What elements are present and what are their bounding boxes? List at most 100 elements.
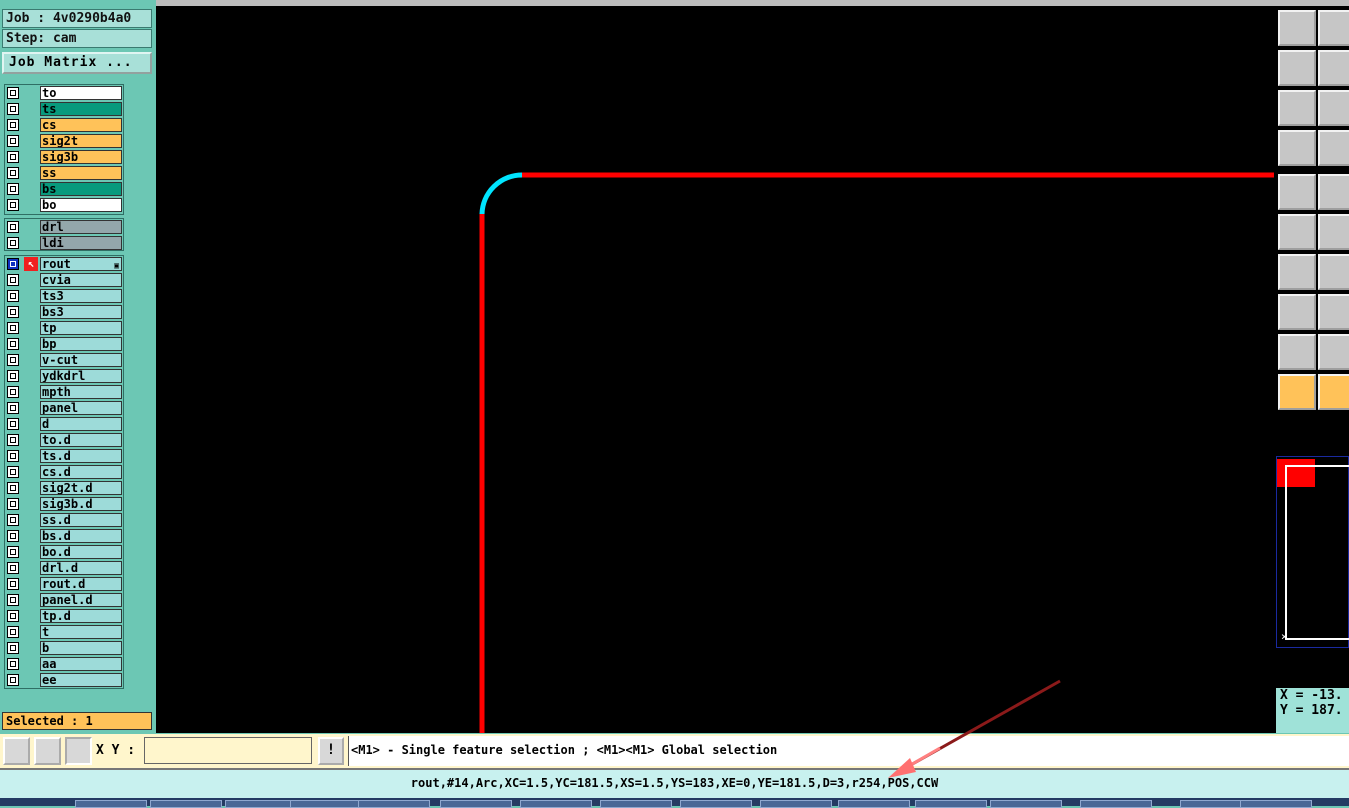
- overview-map[interactable]: ×: [1276, 456, 1349, 648]
- layer-row-ydkdrl[interactable]: ydkdrl: [5, 368, 123, 384]
- layer-name[interactable]: bp: [40, 337, 122, 351]
- layer-row-ee[interactable]: ee: [5, 672, 123, 688]
- layer-checkbox[interactable]: [7, 626, 19, 638]
- layer-checkbox[interactable]: [7, 237, 19, 249]
- tools-icon[interactable]: [1278, 130, 1316, 166]
- layer-checkbox[interactable]: [7, 151, 19, 163]
- peak-icon[interactable]: [1318, 334, 1349, 370]
- layer-name[interactable]: to: [40, 86, 122, 100]
- taskbar-item[interactable]: [225, 800, 297, 808]
- layer-name[interactable]: bs: [40, 182, 122, 196]
- layer-row-aa[interactable]: aa: [5, 656, 123, 672]
- layer-checkbox[interactable]: [7, 167, 19, 179]
- alert-icon[interactable]: !: [318, 737, 344, 765]
- taskbar-item[interactable]: [290, 800, 362, 808]
- layer-checkbox[interactable]: [7, 386, 19, 398]
- layer-up-icon[interactable]: [1278, 10, 1316, 46]
- taskbar-item[interactable]: [760, 800, 832, 808]
- pointer-area-icon[interactable]: [1318, 374, 1349, 410]
- layer-checkbox[interactable]: [7, 466, 19, 478]
- layer-row-mpth[interactable]: mpth: [5, 384, 123, 400]
- layer-row-drl[interactable]: drl: [5, 219, 123, 235]
- layer-checkbox[interactable]: [7, 87, 19, 99]
- layer-name[interactable]: mpth: [40, 385, 122, 399]
- layer-checkbox[interactable]: [7, 103, 19, 115]
- layer-name[interactable]: sig2t: [40, 134, 122, 148]
- fit-icon[interactable]: [1278, 90, 1316, 126]
- layer-checkbox[interactable]: [7, 183, 19, 195]
- layer-row-bs-d[interactable]: bs.d: [5, 528, 123, 544]
- layer-name[interactable]: ydkdrl: [40, 369, 122, 383]
- taskbar-item[interactable]: [600, 800, 672, 808]
- layer-row-b[interactable]: b: [5, 640, 123, 656]
- layer-name[interactable]: tp: [40, 321, 122, 335]
- layer-row-t[interactable]: t: [5, 624, 123, 640]
- layer-name[interactable]: b: [40, 641, 122, 655]
- layer-name[interactable]: sig3b.d: [40, 497, 122, 511]
- layer-row-cvia[interactable]: cvia: [5, 272, 123, 288]
- layer-name[interactable]: cs: [40, 118, 122, 132]
- layer-checkbox[interactable]: [7, 221, 19, 233]
- xy-input[interactable]: [144, 737, 312, 764]
- layer-checkbox[interactable]: [7, 482, 19, 494]
- layer-checkbox[interactable]: [7, 610, 19, 622]
- layer-row-tp[interactable]: tp: [5, 320, 123, 336]
- layer-name[interactable]: d: [40, 417, 122, 431]
- layer-name[interactable]: cvia: [40, 273, 122, 287]
- taskbar-item[interactable]: [520, 800, 592, 808]
- line-icon[interactable]: [1318, 294, 1349, 330]
- layer-row-sig2t-d[interactable]: sig2t.d: [5, 480, 123, 496]
- layer-name[interactable]: bo: [40, 198, 122, 212]
- layer-row-drl-d[interactable]: drl.d: [5, 560, 123, 576]
- layer-name[interactable]: ldi: [40, 236, 122, 250]
- layer-checkbox[interactable]: [7, 370, 19, 382]
- layer-down-icon[interactable]: [1318, 10, 1349, 46]
- edit-icon[interactable]: [1318, 174, 1349, 210]
- layer-row-tp-d[interactable]: tp.d: [5, 608, 123, 624]
- layer-checkbox[interactable]: [7, 514, 19, 526]
- layer-row-sig2t[interactable]: sig2t: [5, 133, 123, 149]
- node-icon[interactable]: [1278, 214, 1316, 250]
- layer-checkbox[interactable]: [7, 274, 19, 286]
- layer-row-v-cut[interactable]: v-cut: [5, 352, 123, 368]
- layer-row-bp[interactable]: bp: [5, 336, 123, 352]
- taskbar-item[interactable]: [1240, 800, 1312, 808]
- layer-name[interactable]: aa: [40, 657, 122, 671]
- layer-checkbox[interactable]: [7, 594, 19, 606]
- layer-row-ss-d[interactable]: ss.d: [5, 512, 123, 528]
- layer-checkbox[interactable]: [7, 530, 19, 542]
- layer-checkbox[interactable]: [7, 338, 19, 350]
- layer-row-ts[interactable]: ts: [5, 101, 123, 117]
- layer-row-panel-d[interactable]: panel.d: [5, 592, 123, 608]
- layer-checkbox[interactable]: [7, 135, 19, 147]
- layer-row-ss[interactable]: ss: [5, 165, 123, 181]
- job-matrix-button[interactable]: Job Matrix ...: [2, 52, 152, 74]
- layer-checkbox[interactable]: [7, 290, 19, 302]
- layer-checkbox[interactable]: [7, 402, 19, 414]
- layer-name[interactable]: ss.d: [40, 513, 122, 527]
- layer-row-bo-d[interactable]: bo.d: [5, 544, 123, 560]
- taskbar-item[interactable]: [150, 800, 222, 808]
- layer-checkbox[interactable]: [7, 199, 19, 211]
- layer-checkbox[interactable]: [7, 354, 19, 366]
- taskbar-item[interactable]: [1080, 800, 1152, 808]
- layer-name[interactable]: rout.d: [40, 577, 122, 591]
- triangle-icon[interactable]: [1278, 334, 1316, 370]
- layer-checkbox[interactable]: [7, 434, 19, 446]
- layer-name[interactable]: ts.d: [40, 449, 122, 463]
- left-icon[interactable]: [1278, 50, 1316, 86]
- layer-row-to[interactable]: to: [5, 85, 123, 101]
- layer-name[interactable]: ts: [40, 102, 122, 116]
- zoom-area-icon[interactable]: [1318, 90, 1349, 126]
- layer-name[interactable]: ts3: [40, 289, 122, 303]
- layer-name[interactable]: sig3b: [40, 150, 122, 164]
- layer-checkbox[interactable]: [7, 498, 19, 510]
- layer-row-sig3b[interactable]: sig3b: [5, 149, 123, 165]
- taskbar-item[interactable]: [75, 800, 147, 808]
- taskbar-item[interactable]: [358, 800, 430, 808]
- layer-row-rout-d[interactable]: rout.d: [5, 576, 123, 592]
- layer-name[interactable]: to.d: [40, 433, 122, 447]
- layer-row-cs-d[interactable]: cs.d: [5, 464, 123, 480]
- layer-name[interactable]: drl.d: [40, 561, 122, 575]
- layer-row-ldi[interactable]: ldi: [5, 235, 123, 251]
